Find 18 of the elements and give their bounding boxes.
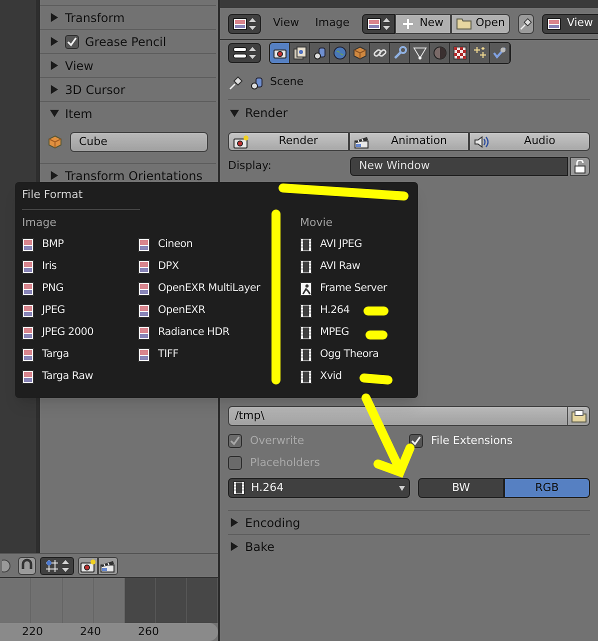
panel-title: View — [65, 58, 94, 74]
frame-number: 260 — [138, 624, 160, 640]
option-label: File Extensions — [431, 432, 513, 449]
panel-title: Bake — [245, 538, 274, 556]
context-label: Scene — [270, 74, 304, 90]
frame-number: 220 — [22, 624, 44, 640]
panel-title: Item — [65, 106, 92, 122]
panel-title: 3D Cursor — [65, 82, 126, 98]
panel-title: Transform — [65, 10, 125, 26]
panel-title: Encoding — [245, 514, 300, 532]
panel-title: Render — [245, 105, 288, 122]
frame-number: 240 — [80, 624, 102, 640]
menu-heading: Movie — [300, 214, 333, 231]
panel-title: Grease Pencil — [85, 34, 166, 50]
panel-title: Transform Orientations — [65, 168, 203, 184]
menu-title: File Format — [22, 187, 83, 204]
menu-heading: Image — [22, 214, 56, 231]
display-label: Display: — [228, 158, 272, 174]
